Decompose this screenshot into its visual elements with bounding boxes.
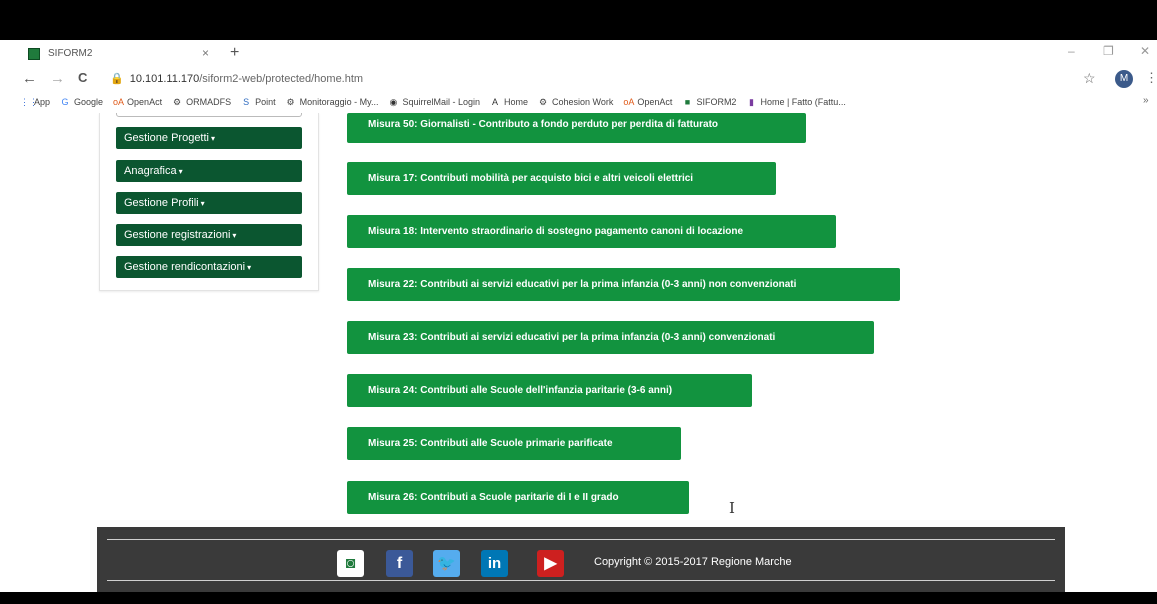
sidebar-item-label: Anagrafica <box>124 165 177 177</box>
lock-icon: 🔒 <box>110 73 124 85</box>
sidebar-item-label: Gestione registrazioni <box>124 229 231 241</box>
screen-frame: SIFORM2 × + – ❐ ✕ ← → C 🔒 10.101.11.170/s… <box>0 0 1157 604</box>
tab-strip: SIFORM2 × + – ❐ ✕ <box>0 40 1157 67</box>
openact-icon: oA <box>623 97 635 107</box>
bookmark-label: ORMADFS <box>186 97 232 107</box>
bookmark-item[interactable]: ⋮⋮ App <box>20 97 50 107</box>
sidebar-item-label: Gestione rendicontazioni <box>124 261 246 273</box>
sidebar-item-gestione-progetti[interactable]: Gestione Progetti ▾ <box>116 127 302 149</box>
bookmark-item[interactable]: ⚙ ORMADFS <box>172 97 231 107</box>
bookmark-label: Cohesion Work <box>552 97 614 107</box>
sidebar-item-partial[interactable] <box>116 113 302 117</box>
footer-divider <box>107 539 1055 540</box>
bookmark-star-icon[interactable]: ☆ <box>1083 70 1096 87</box>
bookmark-item[interactable]: ⚙ Monitoraggio - My... <box>286 97 379 107</box>
bookmark-label: Home | Fatto (Fattu... <box>760 97 846 107</box>
google-icon: G <box>61 97 69 107</box>
bookmark-label: App <box>34 97 51 107</box>
sidebar-item-label: Gestione Profili <box>124 197 199 209</box>
bookmark-label: OpenAct <box>127 97 163 107</box>
text-cursor-icon: I <box>729 499 735 517</box>
siform-favicon-icon <box>28 47 40 60</box>
bookmark-item[interactable]: ▮ Home | Fatto (Fattu... <box>746 97 846 107</box>
bookmarks-bar: ⋮⋮ App G Google oA OpenAct ⚙ ORMADFS S Point ⚙ Moni… <box>0 91 1157 113</box>
globe-icon: ⚙ <box>173 97 182 107</box>
openact-icon: oA <box>113 97 125 107</box>
caret-down-icon: ▾ <box>200 199 205 208</box>
bookmark-label: SIFORM2 <box>696 97 737 107</box>
misura-18-button[interactable]: Misura 18: Intervento straordinario di s… <box>347 215 836 248</box>
misura-24-button[interactable]: Misura 24: Contributi alle Scuole dell'i… <box>347 374 752 407</box>
bookmark-label: Monitoraggio - My... <box>299 97 379 107</box>
misura-50-button[interactable]: Misura 50: Giornalisti - Contributo a fo… <box>347 113 806 143</box>
twitter-icon[interactable]: 🐦 <box>433 550 460 577</box>
bookmark-label: OpenAct <box>637 97 673 107</box>
caret-down-icon: ▾ <box>211 134 216 143</box>
url-field[interactable]: 🔒 10.101.11.170/siform2-web/protected/hom… <box>110 72 363 85</box>
sharepoint-icon: S <box>243 97 250 107</box>
reload-icon[interactable]: C <box>78 70 87 85</box>
forward-icon[interactable]: → <box>50 70 65 87</box>
globe-icon: ⚙ <box>286 97 295 107</box>
tab-close-icon[interactable]: × <box>202 46 209 60</box>
tab-siform2[interactable]: SIFORM2 × <box>10 40 222 67</box>
new-tab-button[interactable]: + <box>230 44 239 62</box>
sidebar-item-gestione-rendicontazioni[interactable]: Gestione rendicontazioni ▾ <box>116 256 302 278</box>
footer-divider <box>107 580 1055 581</box>
sidebar-item-anagrafica[interactable]: Anagrafica ▾ <box>116 160 302 182</box>
bookmarks-overflow-icon[interactable]: » <box>1143 95 1149 106</box>
a-letter-icon: A <box>492 97 499 107</box>
bookmark-label: Google <box>74 97 104 107</box>
bookmark-item[interactable]: ⚙ Cohesion Work <box>538 97 613 107</box>
caret-down-icon: ▾ <box>232 231 237 240</box>
back-icon[interactable]: ← <box>22 70 37 87</box>
page-content: Gestione Progetti ▾ Anagrafica ▾ Gestione … <box>0 113 1157 592</box>
close-window-icon[interactable]: ✕ <box>1140 44 1150 58</box>
misura-17-button[interactable]: Misura 17: Contributi mobilità per acqui… <box>347 162 776 195</box>
misura-23-button[interactable]: Misura 23: Contributi ai servizi educati… <box>347 321 874 354</box>
sidebar-menu: Gestione Progetti ▾ Anagrafica ▾ Gestione … <box>99 113 319 291</box>
page-footer: ◙ f 🐦 in ▶ Copyright © 2015-2017 Regione Mar… <box>97 527 1065 592</box>
bookmark-item[interactable]: oA OpenAct <box>623 97 672 107</box>
profile-avatar[interactable]: M <box>1115 70 1133 88</box>
youtube-icon[interactable]: ▶ <box>537 550 564 577</box>
address-bar: ← → C 🔒 10.101.11.170/siform2-web/protect… <box>0 67 1157 91</box>
squirrelmail-icon: ◉ <box>389 97 398 107</box>
caret-down-icon: ▾ <box>178 167 183 176</box>
url-path: /siform2-web/protected/home.htm <box>199 73 364 85</box>
linkedin-icon[interactable]: in <box>481 550 508 577</box>
minimize-icon[interactable]: – <box>1068 44 1075 58</box>
bookmark-label: SquirrelMail - Login <box>402 97 481 107</box>
bookmark-item[interactable]: ◉ SquirrelMail - Login <box>388 97 480 107</box>
sidebar-item-label: Gestione Progetti <box>124 132 209 144</box>
url-host: 10.101.11.170 <box>129 73 200 85</box>
browser-window: SIFORM2 × + – ❐ ✕ ← → C 🔒 10.101.11.170/s… <box>0 40 1157 592</box>
misura-25-button[interactable]: Misura 25: Contributi alle Scuole primar… <box>347 427 681 460</box>
restore-icon[interactable]: ❐ <box>1103 44 1114 58</box>
sidebar-item-gestione-profili[interactable]: Gestione Profili ▾ <box>116 192 302 214</box>
bookmark-item[interactable]: oA OpenAct <box>113 97 162 107</box>
tab-title: SIFORM2 <box>48 48 93 59</box>
misura-26-button[interactable]: Misura 26: Contributi a Scuole paritarie… <box>347 481 689 514</box>
globe-icon: ⚙ <box>538 97 548 107</box>
apps-grid-icon: ⋮⋮ <box>20 97 38 107</box>
copyright-text: Copyright © 2015-2017 Regione Marche <box>594 556 792 568</box>
bookmark-item[interactable]: G Google <box>60 97 104 107</box>
facebook-icon[interactable]: f <box>386 550 413 577</box>
sidebar-item-gestione-registrazioni[interactable]: Gestione registrazioni ▾ <box>116 224 302 246</box>
bookmark-label: Home <box>504 97 529 107</box>
bookmark-item[interactable]: ■ SIFORM2 <box>682 97 737 107</box>
regione-marche-logo-icon[interactable]: ◙ <box>337 550 364 577</box>
bookmark-item[interactable]: S Point <box>241 97 276 107</box>
siform-icon: ■ <box>684 97 691 107</box>
fatto-icon: ▮ <box>748 97 754 107</box>
misura-22-button[interactable]: Misura 22: Contributi ai servizi educati… <box>347 268 900 301</box>
bookmark-label: Point <box>255 97 276 107</box>
caret-down-icon: ▾ <box>247 263 252 272</box>
bookmark-item[interactable]: A Home <box>490 97 528 107</box>
browser-menu-icon[interactable]: ⋮ <box>1145 70 1157 86</box>
